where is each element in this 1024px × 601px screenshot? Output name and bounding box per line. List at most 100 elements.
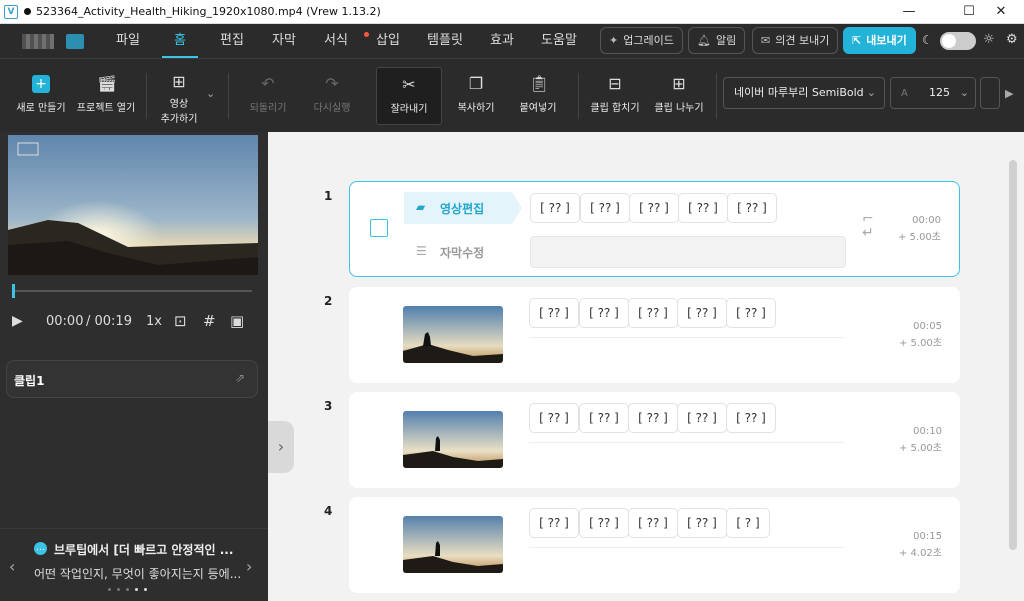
cut-button[interactable]: ✂ 잘라내기 [376, 67, 442, 125]
clip-number: 2 [324, 294, 333, 308]
subtitle-line[interactable] [529, 547, 845, 548]
add-video-button[interactable]: ⊞ 영상 추가하기 [152, 59, 206, 133]
clip-card[interactable]: 클립1 ⇗ [6, 360, 258, 398]
alarm-button[interactable]: 🔔︎ 알림 [688, 27, 746, 54]
menu-edit[interactable]: 편집 [212, 24, 252, 58]
word-token[interactable]: [ ?? ] [678, 193, 728, 223]
menu-file[interactable]: 파일 [108, 24, 148, 58]
undo-button[interactable]: ↶ 되돌리기 [240, 59, 296, 133]
word-token[interactable]: [ ?? ] [579, 508, 629, 538]
gamepad-icon[interactable]: ▣ [230, 312, 244, 330]
clip-row-1[interactable]: ▰ 영상편집 ☰ 자막수정 [ ?? ] [ ?? ] [ ?? ] [ ?? … [349, 181, 960, 277]
chevron-down-icon[interactable]: ⌄ [206, 87, 215, 100]
more-format-control[interactable] [980, 77, 1000, 109]
chevron-down-icon: ⌄ [959, 86, 969, 99]
tab-arrow [512, 192, 522, 224]
subtitle-input[interactable] [530, 236, 846, 268]
word-token[interactable]: [ ?? ] [628, 508, 678, 538]
minimize-button[interactable]: — [886, 0, 932, 24]
banner-body[interactable]: 어떤 작업인지, 무엇이 좋아지는지 등에... [34, 565, 241, 582]
new-project-label: 새로 만들기 [16, 103, 66, 114]
chevron-right-icon: › [277, 437, 285, 456]
menu-help[interactable]: 도움말 [534, 24, 584, 58]
font-size-select[interactable]: A 125 ⌄ [890, 77, 976, 109]
paste-label: 붙여넣기 [519, 103, 557, 114]
word-token[interactable]: [ ?? ] [727, 193, 777, 223]
external-link-icon[interactable]: ⇗ [235, 371, 245, 385]
menu-subtitle[interactable]: 자막 [264, 24, 304, 58]
clip-row-2[interactable]: [ ?? ] [ ?? ] [ ?? ] [ ?? ] [ ?? ] 00:05… [349, 287, 960, 383]
menu-insert[interactable]: 삽입 [364, 24, 408, 58]
open-project-button[interactable]: 🎬︎ 프로젝트 열기 [72, 59, 140, 133]
merge-clip-button[interactable]: ⊟ 클립 합치기 [586, 59, 644, 133]
menu-home[interactable]: 홈 [162, 24, 198, 58]
split-clip-label: 클립 나누기 [654, 103, 704, 114]
redo-button[interactable]: ↷ 다시실행 [304, 59, 360, 133]
word-token[interactable]: [ ?? ] [677, 298, 727, 328]
scrubber-knob[interactable] [12, 284, 15, 298]
sparkle-icon: ✦ [609, 34, 619, 47]
word-token[interactable]: [ ?? ] [530, 193, 580, 223]
tab-video-edit[interactable]: ▰ 영상편집 [404, 192, 512, 224]
word-token[interactable]: [ ?? ] [677, 403, 727, 433]
panel-collapse-button[interactable]: › [268, 421, 294, 473]
subtitle-line[interactable] [529, 442, 845, 443]
play-icon[interactable]: ▶ [12, 313, 23, 329]
menu-format[interactable]: 서식 [316, 24, 356, 58]
tab-subtitle-edit[interactable]: ☰ 자막수정 [404, 238, 512, 268]
clip-number: 1 [324, 189, 333, 203]
feedback-button[interactable]: ✉ 의견 보내기 [752, 27, 839, 54]
theme-toggle[interactable] [940, 32, 976, 50]
clip-duration: + 4.02초 [898, 548, 942, 559]
vertical-scrollbar[interactable] [1009, 160, 1017, 550]
upgrade-button[interactable]: ✦ 업그레이드 [600, 27, 683, 54]
clip-start-time: 00:05 [913, 321, 942, 332]
snapshot-icon[interactable]: ⊡ [174, 312, 187, 330]
word-token[interactable]: [ ?? ] [628, 298, 678, 328]
subtitle-line[interactable] [529, 337, 845, 338]
window-titlebar: V 523364_Activity_Health_Hiking_1920x108… [0, 0, 1024, 24]
settings-icon[interactable]: ⚙ [1006, 32, 1018, 47]
scroll-right-icon[interactable]: ▶ [1005, 87, 1013, 100]
menu-template[interactable]: 템플릿 [420, 24, 470, 58]
word-token[interactable]: [ ?? ] [579, 403, 629, 433]
copy-button[interactable]: ❐ 복사하기 [448, 59, 504, 133]
close-window-button[interactable]: ✕ [978, 0, 1024, 24]
word-token[interactable]: [ ?? ] [529, 508, 579, 538]
word-token[interactable]: [ ?? ] [628, 403, 678, 433]
clip-thumbnail [403, 411, 503, 468]
chat-bubble-icon: … [34, 542, 47, 555]
banner-prev-button[interactable]: ‹ [9, 557, 15, 576]
word-token[interactable]: [ ? ] [726, 508, 770, 538]
clip-thumbnail [403, 516, 503, 573]
clip-row-3[interactable]: [ ?? ] [ ?? ] [ ?? ] [ ?? ] [ ?? ] 00:10… [349, 392, 960, 488]
paste-button[interactable]: 📋︎ 붙여넣기 [510, 59, 566, 133]
window-title: 523364_Activity_Health_Hiking_1920x1080.… [36, 5, 381, 18]
word-token[interactable]: [ ?? ] [529, 403, 579, 433]
word-token[interactable]: [ ?? ] [529, 298, 579, 328]
clip-card-label: 클립1 [14, 374, 45, 388]
left-panel: ▶ 00:00 / 00:19 1x ⊡ # ▣ 클립1 ⇗ … 브루팁에서 [… [0, 132, 268, 601]
banner-title[interactable]: 브루팁에서 [더 빠르고 안정적인 ... [54, 541, 233, 558]
font-select[interactable]: 네이버 마루부리 SemiBold ⌄ [723, 77, 885, 109]
clip-checkbox[interactable] [370, 219, 388, 237]
word-token[interactable]: [ ?? ] [726, 403, 776, 433]
split-clip-button[interactable]: ⊞ 클립 나누기 [650, 59, 708, 133]
line-break-icon[interactable]: ⌐ ↵ [862, 212, 874, 240]
playback-speed[interactable]: 1x [146, 314, 162, 329]
playback-scrubber[interactable] [12, 284, 252, 298]
export-button[interactable]: ⇱ 내보내기 [843, 27, 916, 54]
text-lines-icon: ☰ [416, 244, 427, 258]
banner-next-button[interactable]: › [246, 557, 252, 576]
menu-effects[interactable]: 효과 [482, 24, 522, 58]
redo-icon: ↷ [325, 74, 339, 93]
new-project-button[interactable]: + 새로 만들기 [12, 59, 70, 133]
word-token[interactable]: [ ?? ] [580, 193, 630, 223]
clip-row-4[interactable]: [ ?? ] [ ?? ] [ ?? ] [ ?? ] [ ? ] 00:15 … [349, 497, 960, 593]
grid-icon[interactable]: # [203, 312, 216, 330]
word-token[interactable]: [ ?? ] [677, 508, 727, 538]
word-token[interactable]: [ ?? ] [579, 298, 629, 328]
word-token[interactable]: [ ?? ] [726, 298, 776, 328]
total-time: / 00:19 [86, 314, 132, 329]
word-token[interactable]: [ ?? ] [629, 193, 679, 223]
